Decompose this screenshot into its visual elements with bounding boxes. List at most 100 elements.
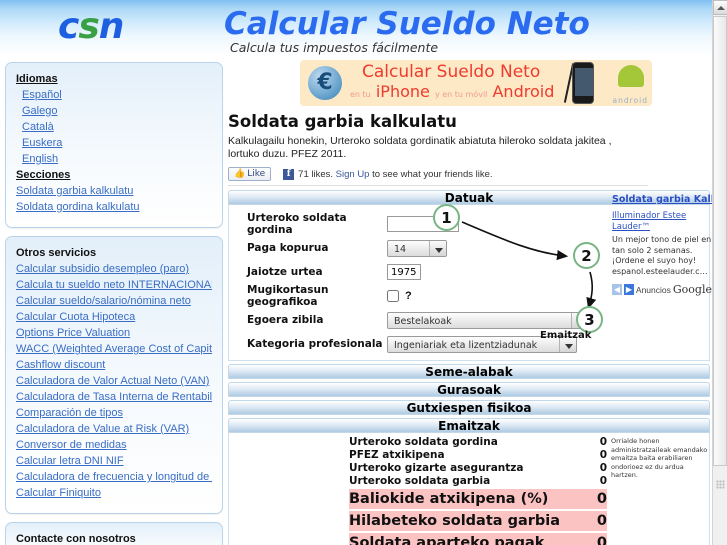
browser-page: csn Calcular Sueldo Neto Calcula tus imp…: [0, 0, 727, 545]
banner-line1: Calcular Sueldo Neto: [362, 62, 541, 82]
table-row: Urteroko soldata gordina 0: [349, 435, 607, 448]
facebook-like-bar: 👍 Like f 71 likes. Sign Up to see what y…: [228, 167, 648, 186]
facebook-logo-icon: f: [283, 168, 295, 180]
logo-letter-s: s: [78, 6, 99, 47]
sidebar-item-espanol[interactable]: Español: [22, 89, 212, 102]
resize-grip-icon: [716, 480, 725, 489]
salary-input[interactable]: [387, 216, 459, 232]
euro-icon: €: [308, 66, 342, 100]
facebook-signup-link[interactable]: Sign Up: [336, 169, 370, 180]
banner-pre: en tu: [350, 90, 371, 99]
banner-iphone: iPhone: [375, 82, 430, 101]
scrollbar-vertical[interactable]: [712, 0, 727, 545]
page-title: Calcular Sueldo Neto: [224, 6, 590, 42]
app-promo-banner[interactable]: € Calcular Sueldo Neto en tu iPhone y en…: [300, 60, 652, 106]
site-header: csn Calcular Sueldo Neto Calcula tus imp…: [0, 0, 712, 56]
sidebar-heading-sections: Secciones: [16, 169, 71, 181]
mobility-checkbox[interactable]: [387, 290, 399, 302]
sidebar-item-cashflow-discount[interactable]: Cashflow discount: [16, 359, 212, 372]
facebook-tail-text: to see what your friends like.: [369, 168, 493, 180]
prev-arrow-icon[interactable]: ◀: [612, 284, 622, 295]
birthyear-input[interactable]: [387, 264, 421, 280]
facebook-like-button[interactable]: 👍 Like: [228, 167, 272, 181]
sidebar-item-wacc[interactable]: WACC (Weighted Average Cost of Capital): [16, 343, 212, 356]
sidebar-item-euskera[interactable]: Euskera: [22, 137, 212, 150]
result-value: 0: [599, 448, 607, 461]
sidebar-item-sueldo-neto[interactable]: Calcular sueldo/salario/nómina neto: [16, 295, 212, 308]
sidebar: Idiomas Español Galego Català Euskera En…: [5, 62, 223, 545]
result-label: Hilabeteko soldata garbia: [349, 513, 561, 529]
chevron-down-icon: [571, 312, 588, 328]
category-select[interactable]: Ingeniariak eta lizentziadunak: [387, 335, 577, 353]
table-row: Urteroko soldata garbia 0: [349, 474, 607, 487]
table-row-highlight: Baliokide atxikipena (%) 0: [349, 489, 607, 509]
ad-title-link[interactable]: Soldata garbia Kalkulatu: [612, 194, 727, 205]
result-value: 0: [599, 461, 607, 474]
sidebar-item-soldata-garbia[interactable]: Soldata garbia kalkulatu: [16, 185, 212, 198]
sidebar-item-sueldo-internacional[interactable]: Calcula tu sueldo neto INTERNACIONAL: [16, 279, 212, 292]
content-intro: Kalkulagailu honekin, Urteroko soldata g…: [228, 135, 612, 160]
civil-status-select[interactable]: Bestelakoak: [387, 311, 589, 329]
banner-line2: en tu iPhone y en tu móvil Android: [350, 82, 554, 101]
result-value: 0: [596, 535, 607, 545]
sidebar-item-catala[interactable]: Català: [22, 121, 212, 134]
sidebar-item-english[interactable]: English: [22, 153, 212, 166]
result-label: Urteroko soldata garbia: [349, 474, 491, 487]
sidebar-item-var[interactable]: Calculadora de Value at Risk (VAR): [16, 423, 212, 436]
payments-select[interactable]: 14: [387, 239, 447, 257]
ads-label: Anuncios: [635, 284, 671, 295]
scroll-up-arrow-icon[interactable]: [713, 0, 727, 15]
results-disclaimer: Orrialde honen administratzaileak emanda…: [611, 437, 708, 479]
ad-body-text: Un mejor tono de piel en tan solo 2 sema…: [612, 235, 712, 276]
result-label: Urteroko soldata gordina: [349, 435, 498, 448]
site-tagline: Calcula tus impuestos fácilmente: [230, 40, 439, 55]
result-value: 0: [596, 513, 607, 529]
help-icon[interactable]: ?: [405, 290, 412, 302]
sidebar-item-van[interactable]: Calculadora de Valor Actual Neto (VAN): [16, 375, 212, 388]
result-value: 0: [599, 474, 607, 487]
sidebar-item-comparacion-tipos[interactable]: Comparación de tipos: [16, 407, 212, 420]
section-header-gutxiespen[interactable]: Gutxiespen fisikoa: [228, 400, 710, 415]
scrollbar-thumb[interactable]: [713, 16, 727, 466]
google-wordmark: Google: [672, 283, 712, 296]
section-body-emaitzak: Urteroko soldata gordina 0 PFEZ atxikipe…: [228, 433, 710, 545]
sidebar-item-tir[interactable]: Calculadora de Tasa Interna de Rentabili…: [16, 391, 212, 404]
table-row-highlight: Soldata aparteko pagak 0: [349, 533, 607, 545]
sidebar-item-subsidio-desempleo[interactable]: Calcular subsidio desempleo (paro): [16, 263, 212, 276]
sidebar-item-finiquito[interactable]: Calcular Finiquito: [16, 487, 212, 500]
android-wordmark: android: [612, 96, 648, 105]
sidebar-panel-languages: Idiomas Español Galego Català Euskera En…: [5, 62, 223, 228]
field-label-payments: Paga kopurua: [247, 242, 329, 254]
chevron-down-icon: [429, 240, 446, 256]
section-header-emaitzak[interactable]: Emaitzak: [228, 418, 710, 433]
sidebar-heading-contact: Contacte con nosotros: [16, 533, 136, 545]
next-arrow-icon[interactable]: ▶: [623, 284, 634, 295]
field-label-category: Kategoria profesionala: [247, 338, 383, 350]
sidebar-item-letra-dni[interactable]: Calcular letra DNI NIF: [16, 455, 212, 468]
sidebar-heading-languages: Idiomas: [16, 73, 58, 85]
sidebar-item-frecuencia-onda[interactable]: Calculadora de frecuencia y longitud de …: [16, 471, 212, 484]
table-row: PFEZ atxikipena 0: [349, 448, 607, 461]
field-label-birthyear: Jaiotze urtea: [247, 266, 323, 278]
field-row-civil-status: Egoera zibila Bestelakoak: [229, 308, 709, 332]
main-content: € Calcular Sueldo Neto en tu iPhone y en…: [228, 60, 712, 545]
logo-letter-n: n: [98, 6, 125, 47]
ad-subtitle-link[interactable]: Illuminador Estee Lauder™: [612, 211, 712, 233]
sidebar-item-soldata-gordina[interactable]: Soldata gordina kalkulatu: [16, 201, 212, 214]
result-label: PFEZ atxikipena: [349, 448, 445, 461]
table-row-highlight: Hilabeteko soldata garbia 0: [349, 511, 607, 531]
section-header-seme-alabak[interactable]: Seme-alabak: [228, 364, 710, 379]
sidebar-item-options-price[interactable]: Options Price Valuation: [16, 327, 212, 340]
sidebar-item-cuota-hipoteca[interactable]: Calcular Cuota Hipoteca: [16, 311, 212, 324]
facebook-like-count: 71 likes.: [298, 168, 334, 180]
sidebar-item-galego[interactable]: Galego: [22, 105, 212, 118]
category-select-value: Ingeniariak eta lizentziadunak: [394, 339, 538, 351]
site-logo[interactable]: csn: [58, 6, 125, 47]
field-row-category: Kategoria profesionala Ingeniariak eta l…: [229, 332, 709, 356]
ad-google-footer: ◀ ▶ Anuncios Google: [612, 283, 712, 296]
section-header-gurasoak[interactable]: Gurasoak: [228, 382, 710, 397]
sidebar-item-conversor-medidas[interactable]: Conversor de medidas: [16, 439, 212, 452]
ads-column: Soldata garbia Kalkulatu Illuminador Est…: [612, 194, 727, 296]
sidebar-heading-other-services: Otros servicios: [16, 247, 97, 259]
payments-select-value: 14: [394, 243, 407, 255]
